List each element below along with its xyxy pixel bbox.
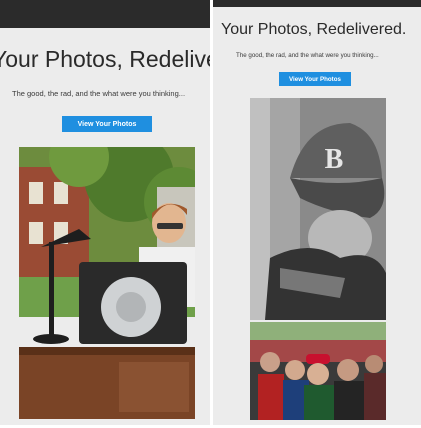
photo-stadium-crowd[interactable] — [250, 322, 386, 420]
view-photos-button[interactable]: View Your Photos — [62, 116, 152, 132]
photo-baseball-cap[interactable]: B — [250, 98, 386, 320]
photo-laptop-desk[interactable] — [19, 147, 195, 419]
photo-stadium-crowd-image — [250, 322, 386, 420]
top-bar — [213, 0, 421, 7]
tagline: The good, the rad, and the what were you… — [12, 89, 186, 98]
view-photos-button[interactable]: View Your Photos — [279, 72, 351, 86]
photo-baseball-cap-image: B — [250, 98, 386, 320]
email-preview-left: Your Photos, Redelivered. The good, the … — [0, 0, 210, 425]
headline: Your Photos, Redelivered. — [0, 46, 210, 72]
email-preview-right: Your Photos, Redelivered. The good, the … — [213, 0, 421, 425]
svg-text:B: B — [325, 144, 344, 175]
headline: Your Photos, Redelivered. — [221, 21, 407, 38]
photo-laptop-desk-image — [19, 147, 195, 419]
tagline: The good, the rad, and the what were you… — [236, 52, 379, 59]
top-bar — [0, 0, 210, 28]
